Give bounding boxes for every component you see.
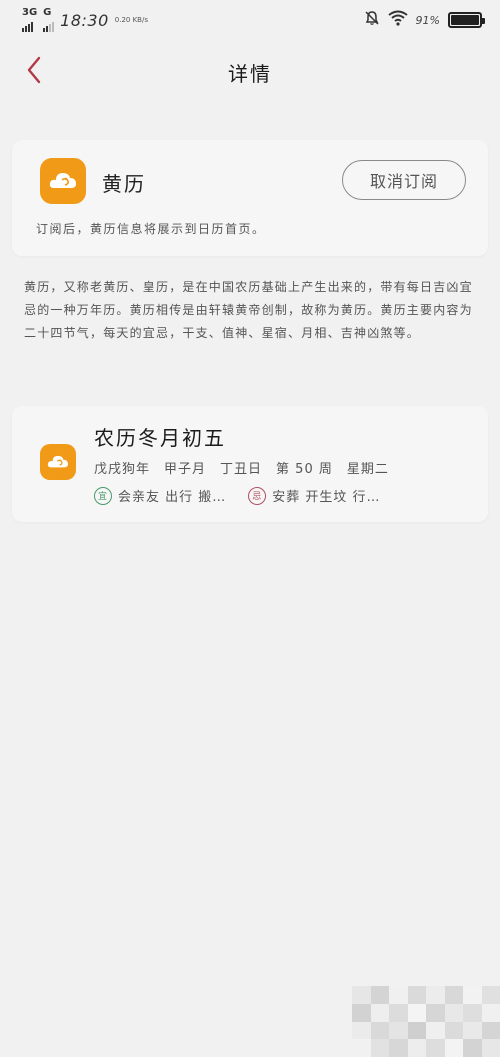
ji-badge: 忌 <box>248 486 267 505</box>
ji-item: 忌 安葬 开生坟 行… <box>248 486 380 505</box>
network-speed: 0.20 KB/s <box>114 15 148 24</box>
ji-text: 安葬 开生坟 行… <box>272 490 381 505</box>
lunar-date: 农历冬月初五 <box>94 426 226 450</box>
battery-percent: 91% <box>415 13 440 27</box>
almanac-small-icon <box>40 444 76 480</box>
status-right: 91% <box>364 10 485 30</box>
ganzhi-row: 戊戌狗年 甲子月 丁丑日 第 50 周 星期二 <box>94 458 389 477</box>
almanac-preview-card[interactable]: 农历冬月初五 戊戌狗年 甲子月 丁丑日 第 50 周 星期二 宜 会亲友 出行 … <box>12 406 488 522</box>
network-type-label-2: G <box>43 7 52 18</box>
page-title: 详情 <box>228 61 272 86</box>
ganzhi-year: 戊戌狗年 <box>94 462 151 477</box>
ganzhi-month: 甲子月 <box>164 462 207 477</box>
yi-item: 宜 会亲友 出行 搬… <box>94 486 226 505</box>
chevron-left-icon <box>26 56 42 88</box>
almanac-description: 黄历，又称老黄历、皇历，是在中国农历基础上产生出来的，带有每日吉凶宜忌的一种万年… <box>24 280 473 340</box>
signal-icon <box>22 18 33 32</box>
battery-icon <box>448 12 485 28</box>
yiji-row: 宜 会亲友 出行 搬… 忌 安葬 开生坟 行… <box>94 486 381 505</box>
subscription-card: 黄历 取消订阅 订阅后，黄历信息将展示到日历首页。 <box>12 140 488 256</box>
ganzhi-day: 丁丑日 <box>220 462 263 477</box>
wifi-icon <box>387 10 408 30</box>
watermark-mosaic <box>352 986 500 1057</box>
status-time: 18:30 <box>60 10 109 30</box>
back-button[interactable] <box>14 52 54 92</box>
week-number: 第 50 周 <box>276 462 333 477</box>
app-name: 黄历 <box>102 172 146 196</box>
mute-bell-icon <box>364 10 380 30</box>
nav-bar: 详情 <box>0 40 500 104</box>
signal-group: 3G <box>22 8 37 32</box>
unsubscribe-button[interactable]: 取消订阅 <box>342 160 466 200</box>
yi-text: 会亲友 出行 搬… <box>118 490 227 505</box>
signal-icon-2 <box>43 18 55 32</box>
signal-group-2: G <box>43 7 55 32</box>
yi-badge: 宜 <box>94 486 112 505</box>
almanac-app-icon <box>40 158 86 204</box>
network-type-label: 3G <box>22 7 38 18</box>
subscription-note: 订阅后，黄历信息将展示到日历首页。 <box>36 222 266 236</box>
status-bar: 3G G 18:30 0.20 KB/s 91% <box>0 0 500 40</box>
status-left: 3G G 18:30 0.20 KB/s <box>22 8 148 32</box>
weekday: 星期二 <box>346 462 389 477</box>
